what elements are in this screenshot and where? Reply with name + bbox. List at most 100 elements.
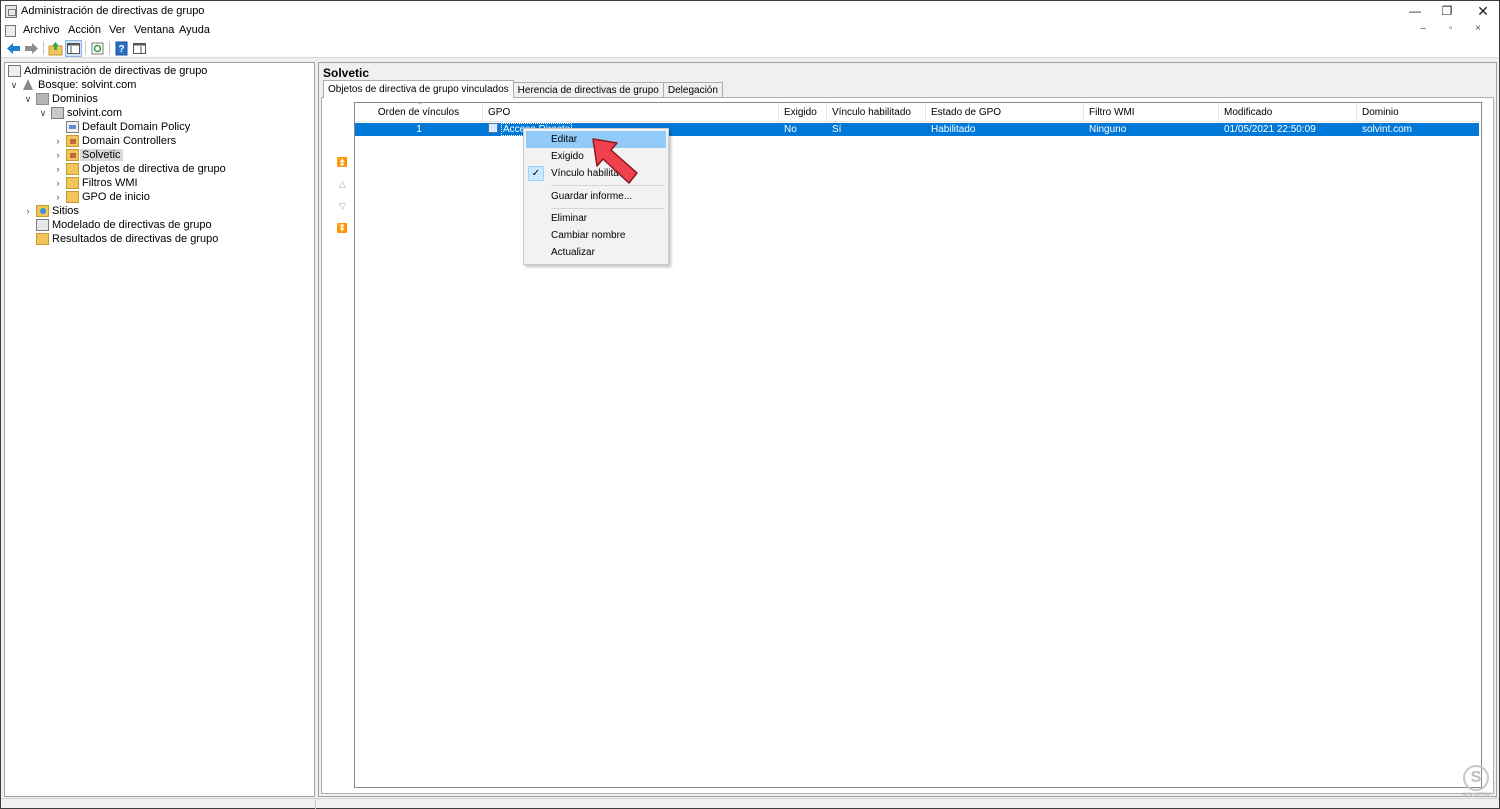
menu-bar: Archivo Acción Ver Ventana Ayuda – ▫ ×	[1, 22, 1499, 39]
modeling-icon	[36, 219, 49, 231]
move-bottom-icon[interactable]: ⏬	[336, 222, 349, 234]
ou-icon	[66, 149, 79, 161]
folder-icon	[66, 177, 79, 189]
menu-ayuda[interactable]: Ayuda	[179, 24, 210, 36]
chevron-right-icon[interactable]: ›	[53, 178, 63, 188]
tree-item-modeling[interactable]: Modelado de directivas de grupo	[36, 218, 212, 232]
menu-ventana[interactable]: Ventana	[134, 24, 174, 36]
app-window: Administración de directivas de grupo — …	[0, 0, 1500, 809]
tree-item-root[interactable]: Administración de directivas de grupo	[8, 64, 207, 78]
up-folder-icon[interactable]	[47, 40, 64, 57]
domain-icon	[51, 107, 64, 119]
toolbar-separator	[85, 41, 86, 55]
solvetic-watermark: S SOLVETIC	[1459, 765, 1495, 803]
watermark-logo-icon: S	[1463, 765, 1489, 791]
col-link-enabled[interactable]: Vínculo habilitado	[827, 103, 926, 122]
details-pane: Solvetic Objetos de directiva de grupo v…	[318, 62, 1497, 797]
move-up-icon[interactable]: △	[336, 178, 349, 190]
tree-item-wmi-filters[interactable]: › Filtros WMI	[53, 176, 138, 190]
tab-linked-gpos[interactable]: Objetos de directiva de grupo vinculados	[323, 80, 514, 98]
folder-icon	[66, 163, 79, 175]
chevron-right-icon[interactable]: ›	[53, 192, 63, 202]
tree-item-domains[interactable]: ∨ Dominios	[23, 92, 98, 106]
gpm-app-icon	[5, 5, 17, 18]
show-hide-tree-icon[interactable]	[65, 40, 82, 57]
chevron-right-icon[interactable]: ›	[23, 206, 33, 216]
tree-item-gpo-objects[interactable]: › Objetos de directiva de grupo	[53, 162, 226, 176]
sites-icon	[36, 205, 49, 217]
chevron-down-icon[interactable]: ∨	[23, 94, 33, 104]
tree-item-starter-gpos[interactable]: › GPO de inicio	[53, 190, 150, 204]
results-icon	[36, 233, 49, 245]
col-domain[interactable]: Dominio	[1357, 103, 1481, 122]
watermark-text: SOLVETIC	[1462, 793, 1492, 799]
col-order[interactable]: ⌃ Orden de vínculos	[355, 101, 483, 122]
forward-arrow-icon[interactable]	[23, 40, 40, 57]
domains-icon	[36, 93, 49, 105]
tab-delegation[interactable]: Delegación	[662, 82, 723, 98]
menu-ver[interactable]: Ver	[109, 24, 126, 36]
minimize-button[interactable]: —	[1397, 1, 1433, 22]
tab-content: ⏫ △ ▽ ⏬ ⌃ Orden de vínculos GPO Exigido …	[321, 97, 1494, 794]
cell-enforced: No	[784, 124, 797, 135]
console-tree: Administración de directivas de grupo ∨ …	[4, 62, 315, 797]
folder-icon	[66, 191, 79, 203]
status-bar	[1, 798, 1499, 809]
tree-item-domain-controllers[interactable]: › Domain Controllers	[53, 134, 176, 148]
menu-archivo[interactable]: Archivo	[23, 24, 60, 36]
menu-accion[interactable]: Acción	[68, 24, 101, 36]
close-button[interactable]: ✕	[1465, 1, 1500, 22]
back-arrow-icon[interactable]	[5, 40, 22, 57]
forest-icon	[22, 79, 35, 91]
help-icon[interactable]: ?	[113, 40, 130, 57]
cell-wmi-filter: Ninguno	[1089, 124, 1127, 135]
pointer-arrow-icon	[592, 138, 638, 184]
chevron-down-icon[interactable]: ∨	[9, 80, 19, 90]
toolbar-separator	[109, 41, 110, 55]
mdi-window-controls[interactable]: – ▫ ×	[1420, 23, 1491, 34]
action-pane-icon[interactable]	[131, 40, 148, 57]
chevron-right-icon[interactable]: ›	[53, 164, 63, 174]
tree-item-solvetic[interactable]: › Solvetic	[53, 148, 123, 162]
menu-item-refresh[interactable]: Actualizar	[526, 244, 666, 261]
cell-domain: solvint.com	[1362, 124, 1413, 135]
list-header: ⌃ Orden de vínculos GPO Exigido Vínculo …	[355, 101, 1481, 122]
menu-item-rename[interactable]: Cambiar nombre	[526, 227, 666, 244]
cell-gpo-status: Habilitado	[931, 124, 976, 135]
move-top-icon[interactable]: ⏫	[336, 156, 349, 168]
svg-text:?: ?	[118, 44, 124, 55]
refresh-icon[interactable]	[89, 40, 106, 57]
ou-icon	[66, 135, 79, 147]
chevron-right-icon[interactable]: ›	[53, 150, 63, 160]
gpo-link-icon	[66, 121, 79, 133]
chevron-right-icon[interactable]: ›	[53, 136, 63, 146]
col-wmi-filter[interactable]: Filtro WMI	[1084, 103, 1219, 122]
gpo-link-icon	[488, 123, 498, 133]
tab-inheritance[interactable]: Herencia de directivas de grupo	[512, 82, 664, 98]
checkmark-icon: ✓	[528, 166, 544, 181]
cell-modified: 01/05/2021 22:50:09	[1224, 124, 1316, 135]
tree-item-domain[interactable]: ∨ solvint.com	[38, 106, 122, 120]
status-separator	[315, 799, 316, 809]
tree-item-sites[interactable]: › Sitios	[23, 204, 79, 218]
chevron-down-icon[interactable]: ∨	[38, 108, 48, 118]
maximize-button[interactable]: ❐	[1429, 1, 1465, 22]
col-modified[interactable]: Modificado	[1219, 103, 1357, 122]
toolbar: ?	[1, 39, 1499, 58]
tab-strip: Objetos de directiva de grupo vinculados…	[323, 80, 723, 98]
tree-item-forest[interactable]: ∨ Bosque: solvint.com	[9, 78, 136, 92]
toolbar-separator	[43, 41, 44, 55]
col-gpo-status[interactable]: Estado de GPO	[926, 103, 1084, 122]
menu-item-delete[interactable]: Eliminar	[526, 210, 666, 227]
window-title: Administración de directivas de grupo	[21, 5, 205, 17]
gpm-icon	[8, 65, 21, 77]
col-enforced[interactable]: Exigido	[779, 103, 827, 122]
col-gpo[interactable]: GPO	[483, 103, 779, 122]
menu-separator	[551, 208, 665, 209]
cell-order: 1	[416, 124, 422, 135]
move-down-icon[interactable]: ▽	[336, 200, 349, 212]
pane-title: Solvetic	[323, 66, 370, 80]
tree-item-results[interactable]: Resultados de directivas de grupo	[36, 232, 218, 246]
mdi-system-icon[interactable]	[5, 25, 16, 37]
tree-item-default-domain-policy[interactable]: Default Domain Policy	[66, 120, 190, 134]
